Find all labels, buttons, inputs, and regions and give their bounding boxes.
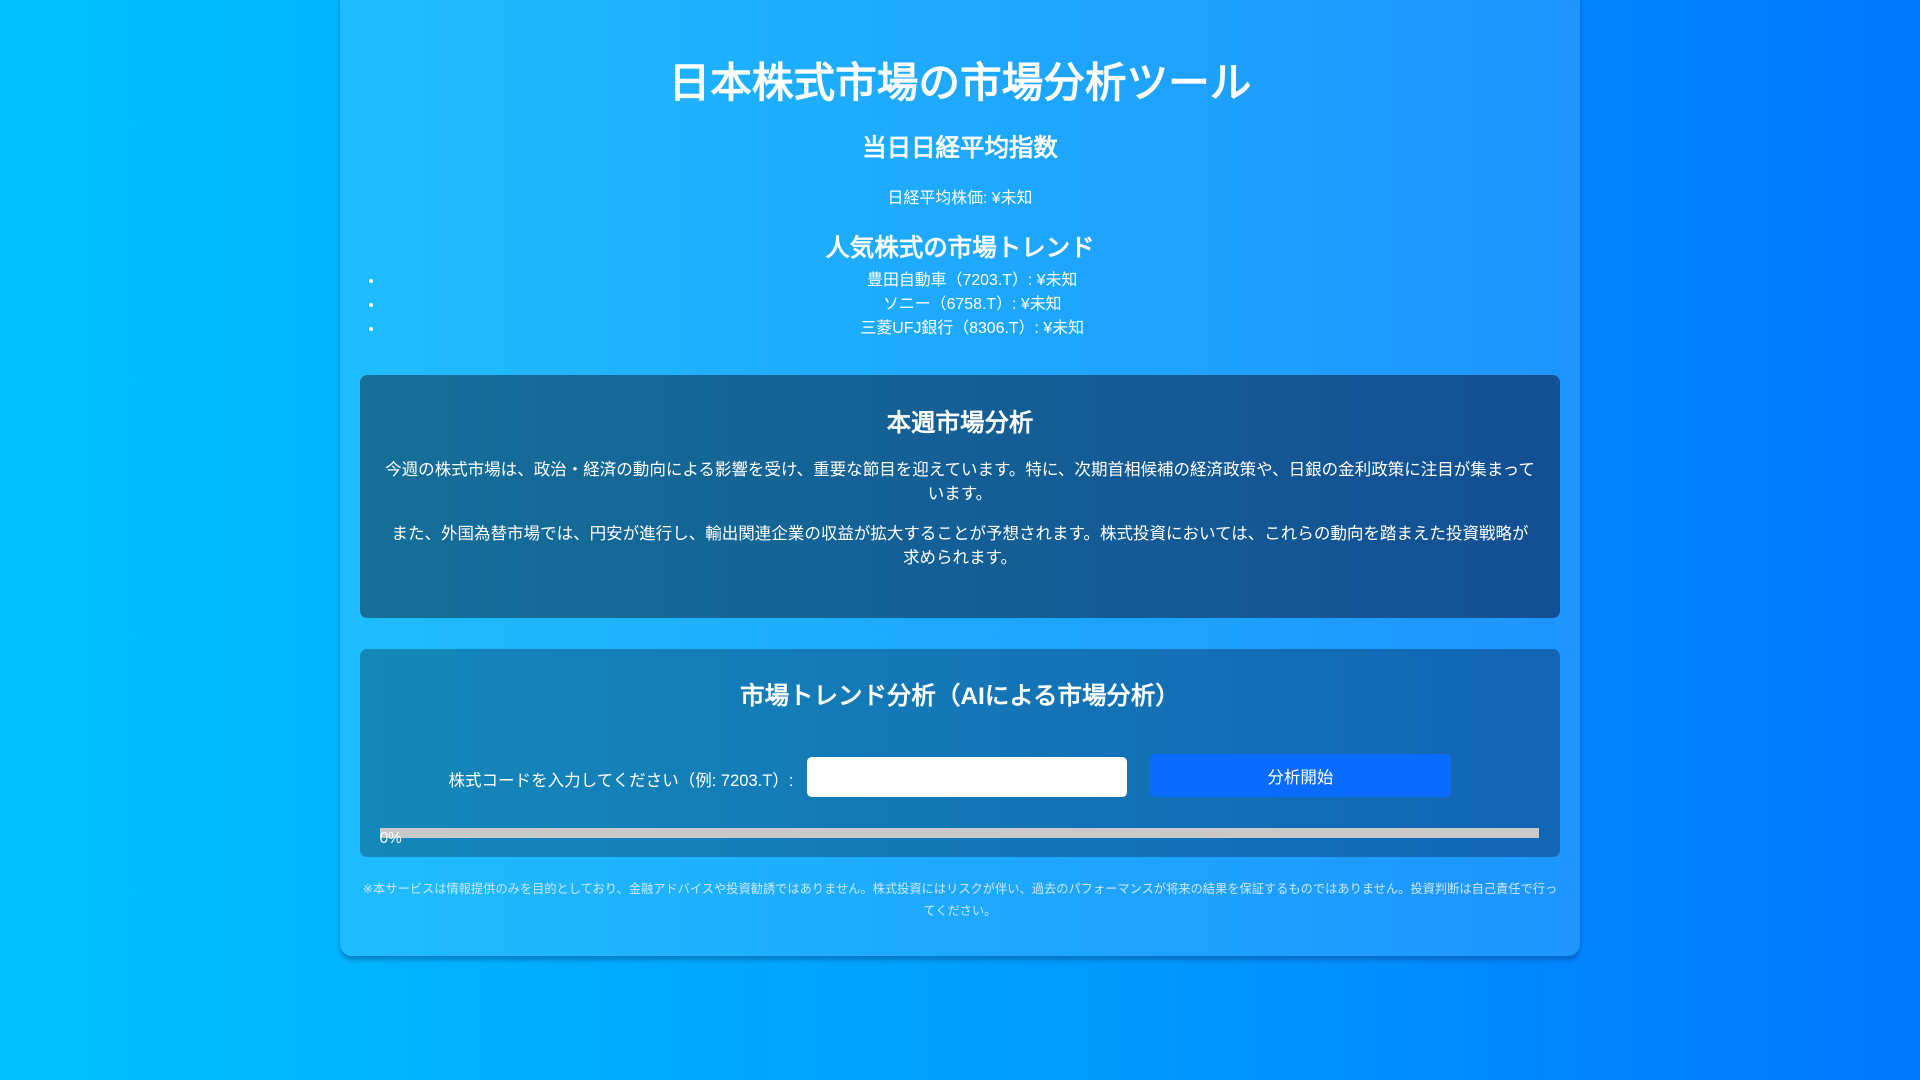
weekly-analysis-card: 本週市場分析 今週の株式市場は、政治・経済の動向による影響を受け、重要な節目を迎… [359, 374, 1560, 619]
list-item: ソニー（6758.T）: ¥未知 [384, 293, 1560, 317]
trend-list: 豊田自動車（7203.T）: ¥未知 ソニー（6758.T）: ¥未知 三菱UF… [360, 269, 1560, 341]
weekly-paragraph: また、外国為替市場では、円安が進行し、輸出関連企業の収益が拡大することが予想され… [391, 523, 1529, 567]
weekly-paragraph: 今週の株式市場は、政治・経済の動向による影響を受け、重要な節目を迎えています。特… [385, 459, 1535, 503]
trends-heading: 人気株式の市場トレンド [825, 234, 1095, 262]
page: 日本株式市場の市場分析ツール 当日日経平均指数 日経平均株価: ¥未知 人気株式… [0, 0, 1920, 1080]
page-title: 日本株式市場の市場分析ツール [668, 58, 1252, 106]
nikkei-heading: 当日日経平均指数 [862, 134, 1058, 162]
list-item: 三菱UFJ銀行（8306.T）: ¥未知 [384, 317, 1560, 341]
progress-bar [379, 827, 1540, 838]
stock-code-label: 株式コードを入力してください（例: 7203.T）: [448, 770, 794, 790]
ai-heading: 市場トレンド分析（AIによる市場分析） [740, 683, 1180, 711]
nikkei-price: 日経平均株価: ¥未知 [887, 189, 1033, 207]
main-container: 日本株式市場の市場分析ツール 当日日経平均指数 日経平均株価: ¥未知 人気株式… [340, 0, 1580, 957]
disclaimer: ※本サービスは情報提供のみを目的としており、金融アドバイスや投資勧誘ではありませ… [362, 881, 1558, 919]
progress-text: 0% [379, 830, 402, 848]
list-item: 豊田自動車（7203.T）: ¥未知 [384, 269, 1560, 293]
ai-analysis-card: 市場トレンド分析（AIによる市場分析） 株式コードを入力してください（例: 72… [359, 648, 1560, 858]
start-analysis-button[interactable]: 分析開始 [1149, 754, 1451, 798]
stock-code-input[interactable] [806, 756, 1127, 798]
weekly-heading: 本週市場分析 [886, 410, 1034, 438]
